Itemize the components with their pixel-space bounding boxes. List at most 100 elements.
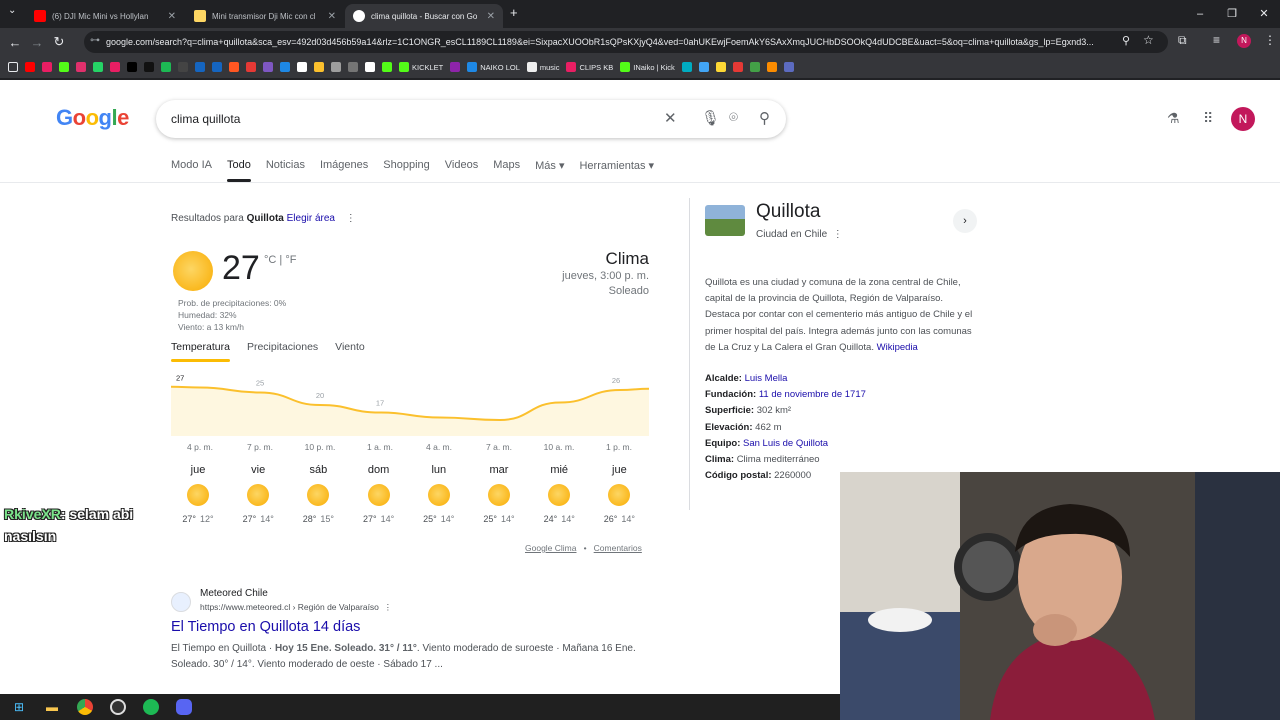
nav-tab[interactable]: Videos [445,159,478,180]
lens-icon[interactable]: ⌾ [729,109,738,126]
kp-more-icon[interactable]: ⋮ [833,229,843,240]
day-forecast[interactable]: vie 27° 14° [233,464,283,524]
day-forecast[interactable]: lun 25° 14° [414,464,464,524]
bookmark-item[interactable] [280,62,290,72]
bookmark-item[interactable] [76,62,86,72]
bookmark-item[interactable] [681,62,692,72]
menu-icon[interactable]: ⋮ [1264,33,1276,47]
kp-fact-value[interactable]: Luis Mella [745,373,788,384]
google-weather-link[interactable]: Google Clima [525,543,577,553]
file-explorer-icon[interactable]: ▬ [43,698,61,716]
bookmark-item[interactable]: music [526,62,559,72]
bookmark-item[interactable]: CLIPS KB [566,62,613,72]
tab-youtube[interactable]: (6) DJI Mic Mini vs Hollylan ✕ [26,4,184,28]
bookmark-item[interactable]: KICKLET [399,62,443,72]
labs-flask-icon[interactable]: ⚗ [1167,110,1180,127]
more-options-icon[interactable]: ⋮ [346,213,356,224]
bookmark-item[interactable] [178,62,188,72]
day-forecast[interactable]: dom 27° 14° [354,464,404,524]
clear-icon[interactable]: ✕ [664,109,677,127]
kp-chevron-right-icon[interactable]: › [953,209,977,233]
profile-avatar[interactable]: N [1237,34,1251,48]
nav-tab[interactable]: Modo IA [171,159,212,180]
bookmark-star-icon[interactable]: ☆ [1143,33,1154,47]
feedback-link[interactable]: Comentarios [594,543,642,553]
discord-icon[interactable] [175,698,193,716]
tab-google-search[interactable]: clima quillota - Buscar con Go ✕ [345,4,503,28]
bookmark-item[interactable] [59,62,69,72]
day-forecast[interactable]: jue 26° 14° [594,464,644,524]
weather-tab[interactable]: Viento [335,341,365,359]
bookmark-item[interactable]: NAIKO LOL [467,62,520,72]
bookmark-item[interactable] [93,62,103,72]
bookmark-item[interactable] [110,62,120,72]
day-forecast[interactable]: sáb 28° 15° [293,464,343,524]
search-icon[interactable]: ⚲ [759,109,770,127]
result-site-name[interactable]: Meteored Chile [200,588,268,599]
choose-area-link[interactable]: Elegir área [287,213,335,224]
bookmark-item[interactable] [127,62,137,72]
new-tab-button[interactable]: + [510,5,518,20]
kp-fact-value[interactable]: San Luis de Quillota [743,438,828,449]
bookmark-item[interactable] [715,62,726,72]
bookmark-item[interactable] [783,62,794,72]
maximize-icon[interactable]: ❐ [1216,0,1248,28]
tab-close-icon[interactable]: ✕ [328,11,336,22]
nav-tab[interactable]: Todo [226,159,251,182]
wikipedia-link[interactable]: Wikipedia [877,342,918,353]
search-box[interactable]: clima quillota ✕ 🎙︎ ⌾ ⚲ [156,100,786,138]
windows-start-icon[interactable]: ⊞ [10,698,28,716]
day-forecast[interactable]: mar 25° 14° [474,464,524,524]
bookmark-item[interactable] [766,62,777,72]
result-title[interactable]: El Tiempo en Quillota 14 días [171,619,360,635]
media-icon[interactable]: ≡ [1213,33,1220,47]
spotify-icon[interactable] [142,698,160,716]
site-info-icon[interactable]: ⊶ [90,35,100,46]
account-avatar[interactable]: N [1231,107,1255,131]
chrome-icon[interactable] [76,698,94,716]
bookmark-item[interactable] [348,62,358,72]
google-apps-icon[interactable]: ⠿ [1203,110,1213,127]
day-forecast[interactable]: jue 27° 12° [173,464,223,524]
bookmark-item[interactable] [246,62,256,72]
result-url[interactable]: https://www.meteored.cl › Región de Valp… [200,602,392,613]
obs-icon[interactable] [109,698,127,716]
weather-tab[interactable]: Temperatura [171,341,230,362]
quillota-thumbnail[interactable] [705,205,745,236]
nav-tab[interactable]: Shopping [383,159,430,180]
forward-icon[interactable]: → [26,35,48,50]
reload-icon[interactable]: ↻ [48,34,70,50]
google-logo[interactable]: Google [56,105,129,131]
tab-search-icon[interactable]: ⌄ [8,5,16,16]
bookmark-item[interactable] [144,62,154,72]
zoom-icon[interactable]: ⚲ [1122,34,1130,47]
weather-tab[interactable]: Precipitaciones [247,341,318,359]
kp-fact-value[interactable]: 11 de noviembre de 1717 [759,389,866,400]
nav-tab[interactable]: Herramientas ▾ [579,159,654,180]
bookmark-item[interactable] [212,62,222,72]
unit-toggle[interactable]: °C | °F [264,254,296,266]
tab-mini-transmisor[interactable]: Mini transmisor Dji Mic con cl ✕ [186,4,344,28]
microphone-icon[interactable]: 🎙︎ [701,109,720,127]
bookmark-item[interactable] [450,62,461,72]
extensions-icon[interactable]: ⧉ [1178,33,1187,48]
bookmark-item[interactable] [749,62,760,72]
tab-close-icon[interactable]: ✕ [487,11,495,22]
tab-close-icon[interactable]: ✕ [168,11,176,22]
bookmark-item[interactable] [229,62,239,72]
bookmark-item[interactable] [698,62,709,72]
address-bar[interactable]: ⊶ google.com/search?q=clima+quillota&sca… [84,31,1168,53]
search-input[interactable]: clima quillota [171,112,240,126]
nav-tab[interactable]: Imágenes [320,159,368,180]
nav-tab[interactable]: Más ▾ [535,159,564,180]
nav-tab[interactable]: Maps [493,159,520,180]
minimize-icon[interactable]: – [1184,0,1216,28]
apps-grid-icon[interactable] [8,62,18,72]
back-icon[interactable]: ← [4,35,26,50]
bookmark-item[interactable] [161,62,171,72]
bookmark-item[interactable]: INaiko | Kick [620,62,675,72]
bookmark-item[interactable] [297,62,307,72]
bookmark-item[interactable] [42,62,52,72]
bookmark-item[interactable] [382,62,392,72]
bookmark-item[interactable] [195,62,205,72]
